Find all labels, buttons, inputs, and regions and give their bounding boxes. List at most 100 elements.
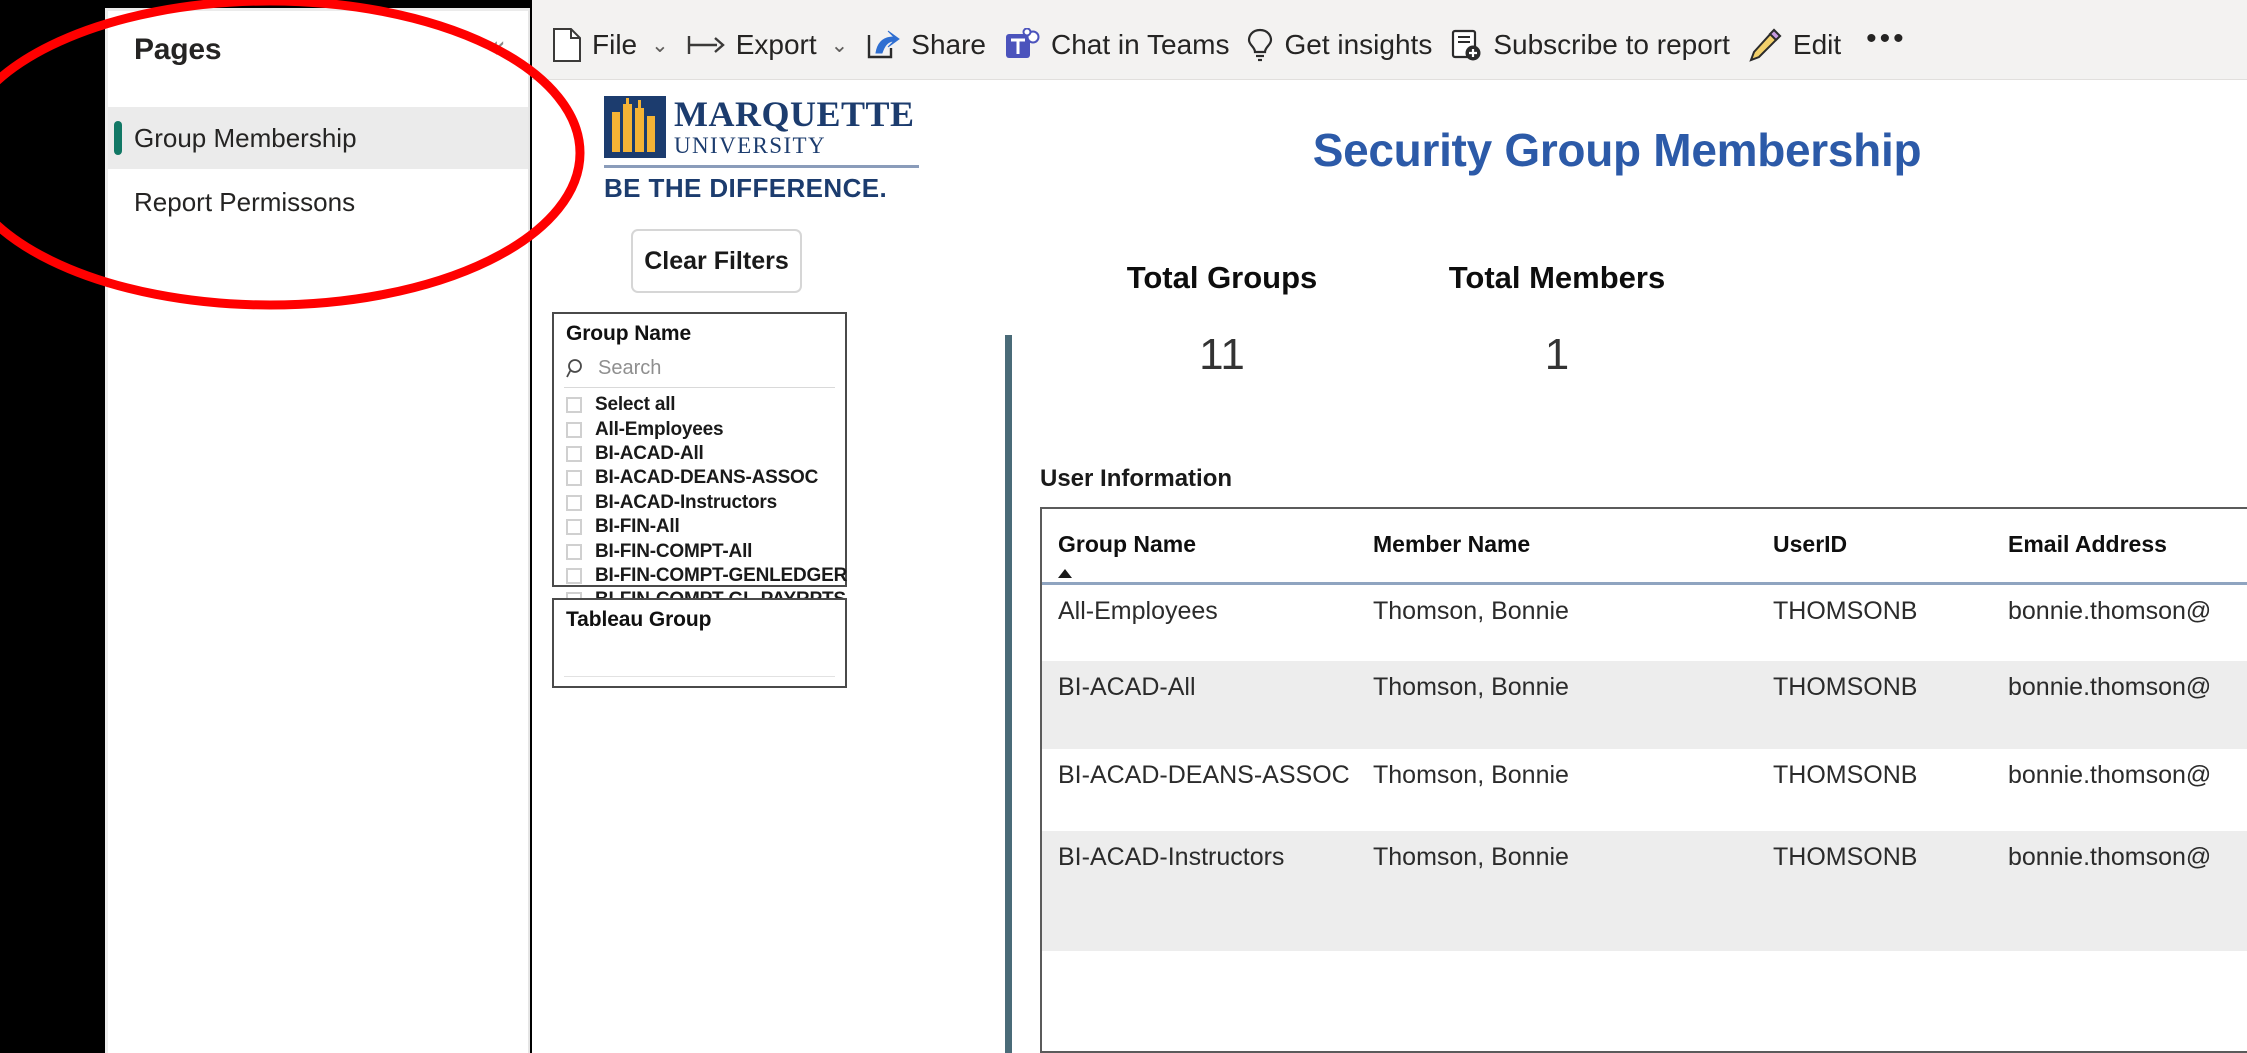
share-icon (866, 29, 900, 61)
clear-filters-button[interactable]: Clear Filters (631, 229, 802, 293)
cell-email-address: bonnie.thomson@ (1992, 831, 2247, 951)
kpi-card-total-groups: Total Groups 11 (1052, 260, 1392, 380)
subscribe-to-report-button[interactable]: Subscribe to report (1441, 17, 1739, 73)
pages-pane-header: Pages « (108, 11, 528, 89)
pencil-icon (1748, 28, 1782, 62)
share-label: Share (911, 29, 986, 61)
slicer-option[interactable]: BI-FIN-All (566, 515, 845, 539)
column-header-email-address[interactable]: Email Address (1992, 509, 2247, 583)
edit-label: Edit (1793, 29, 1841, 61)
slicer-option-select-all[interactable]: Select all (566, 393, 845, 417)
logo-divider (604, 165, 919, 168)
file-icon (551, 28, 581, 62)
export-menu-label: Export (736, 29, 817, 61)
kpi-label: Total Groups (1052, 260, 1392, 296)
checkbox-unchecked-icon[interactable] (566, 519, 582, 535)
checkbox-unchecked-icon[interactable] (566, 470, 582, 486)
sidebar-item-label: Group Membership (134, 123, 357, 154)
cell-email-address: bonnie.thomson@ (1992, 583, 2247, 661)
more-options-button[interactable]: ••• (1850, 17, 1923, 73)
checkbox-unchecked-icon[interactable] (566, 446, 582, 462)
checkbox-unchecked-icon[interactable] (566, 422, 582, 438)
slicer-search-input[interactable] (564, 639, 835, 677)
marquette-church-icon (604, 96, 666, 158)
slicer-title: Tableau Group (554, 600, 845, 632)
cell-userid: THOMSONB (1757, 661, 1992, 749)
checkbox-unchecked-icon[interactable] (566, 397, 582, 413)
cell-userid: THOMSONB (1757, 583, 1992, 661)
slicer-tableau-group: Tableau Group (552, 598, 847, 688)
sidebar-item-report-permissons[interactable]: Report Permissons (108, 171, 528, 233)
table-caption: User Information (1040, 465, 1232, 493)
cell-email-address: bonnie.thomson@ (1992, 749, 2247, 831)
kpi-value: 1 (1387, 330, 1727, 380)
export-menu-button[interactable]: Export ⌄ (678, 17, 858, 73)
chevron-down-icon[interactable]: ⌄ (651, 33, 669, 57)
section-divider (1005, 335, 1012, 1053)
sort-ascending-icon (1058, 569, 1072, 578)
user-information-table[interactable]: Group Name Member Name UserID Email Addr… (1040, 507, 2247, 1053)
cell-member-name: Thomson, Bonnie (1357, 831, 1757, 951)
column-header-group-name[interactable]: Group Name (1042, 509, 1357, 583)
cell-userid: THOMSONB (1757, 831, 1992, 951)
kpi-value: 11 (1052, 330, 1392, 380)
slicer-search-placeholder: Search (598, 357, 661, 380)
logo-wordmark: MARQUETTE (674, 97, 915, 132)
slicer-search-input[interactable]: Search (564, 350, 835, 388)
logo-subwordmark: UNIVERSITY (674, 134, 915, 158)
selected-page-indicator (114, 121, 122, 155)
get-insights-button[interactable]: Get insights (1238, 17, 1441, 73)
report-canvas: MARQUETTE UNIVERSITY BE THE DIFFERENCE. … (532, 80, 2247, 1053)
slicer-group-name: Group Name Search Select all All-Emp (552, 312, 847, 587)
slicer-option[interactable]: BI-ACAD-All (566, 442, 845, 466)
cell-email-address: bonnie.thomson@ (1992, 661, 2247, 749)
file-menu-label: File (592, 29, 637, 61)
table-row[interactable]: BI-ACAD-Instructors Thomson, Bonnie THOM… (1042, 831, 2247, 951)
screenshot-root: Pages « Group Membership Report Permisso… (0, 0, 2247, 1053)
slicer-title: Group Name (554, 314, 845, 346)
slicer-option[interactable]: BI-FIN-COMPT-GENLEDGER (566, 564, 845, 588)
cell-group-name: BI-ACAD-DEANS-ASSOC (1042, 749, 1357, 831)
slicer-option[interactable]: BI-ACAD-DEANS-ASSOC (566, 466, 845, 490)
subscribe-icon (1450, 28, 1482, 62)
marquette-university-logo: MARQUETTE UNIVERSITY BE THE DIFFERENCE. (604, 96, 919, 204)
cell-group-name: All-Employees (1042, 583, 1357, 661)
cell-member-name: Thomson, Bonnie (1357, 661, 1757, 749)
kpi-card-total-members: Total Members 1 (1387, 260, 1727, 380)
pages-pane: Pages « Group Membership Report Permisso… (105, 8, 530, 1053)
search-icon (564, 358, 590, 380)
cell-userid: THOMSONB (1757, 749, 1992, 831)
share-button[interactable]: Share (857, 17, 995, 73)
column-header-userid[interactable]: UserID (1757, 509, 1992, 583)
chevron-double-left-icon[interactable]: « (488, 33, 506, 63)
table-row[interactable]: All-Employees Thomson, Bonnie THOMSONB b… (1042, 583, 2247, 661)
chevron-down-icon[interactable]: ⌄ (831, 33, 849, 57)
column-header-member-name[interactable]: Member Name (1357, 509, 1757, 583)
sidebar-item-label: Report Permissons (134, 187, 355, 218)
sidebar-item-group-membership[interactable]: Group Membership (108, 107, 528, 169)
cell-member-name: Thomson, Bonnie (1357, 583, 1757, 661)
chat-in-teams-label: Chat in Teams (1051, 29, 1229, 61)
export-arrow-icon (687, 33, 725, 57)
table-row[interactable]: BI-ACAD-DEANS-ASSOC Thomson, Bonnie THOM… (1042, 749, 2247, 831)
table-row[interactable]: BI-ACAD-All Thomson, Bonnie THOMSONB bon… (1042, 661, 2247, 749)
cell-member-name: Thomson, Bonnie (1357, 749, 1757, 831)
checkbox-unchecked-icon[interactable] (566, 568, 582, 584)
lightbulb-icon (1247, 28, 1273, 62)
slicer-option[interactable]: BI-ACAD-Instructors (566, 491, 845, 515)
subscribe-to-report-label: Subscribe to report (1493, 29, 1730, 61)
checkbox-unchecked-icon[interactable] (566, 495, 582, 511)
pages-pane-title: Pages (134, 33, 221, 67)
edit-button[interactable]: Edit (1739, 17, 1850, 73)
checkbox-unchecked-icon[interactable] (566, 544, 582, 560)
file-menu-button[interactable]: File ⌄ (542, 17, 678, 73)
logo-tagline: BE THE DIFFERENCE. (604, 173, 919, 204)
chat-in-teams-button[interactable]: Chat in Teams (995, 17, 1238, 73)
slicer-option[interactable]: BI-FIN-COMPT-All (566, 539, 845, 563)
get-insights-label: Get insights (1284, 29, 1432, 61)
report-toolbar: File ⌄ Export ⌄ (532, 0, 2247, 80)
page-title: Security Group Membership (1032, 123, 2202, 177)
slicer-option[interactable]: All-Employees (566, 417, 845, 441)
teams-icon (1004, 28, 1040, 62)
kpi-label: Total Members (1387, 260, 1727, 296)
